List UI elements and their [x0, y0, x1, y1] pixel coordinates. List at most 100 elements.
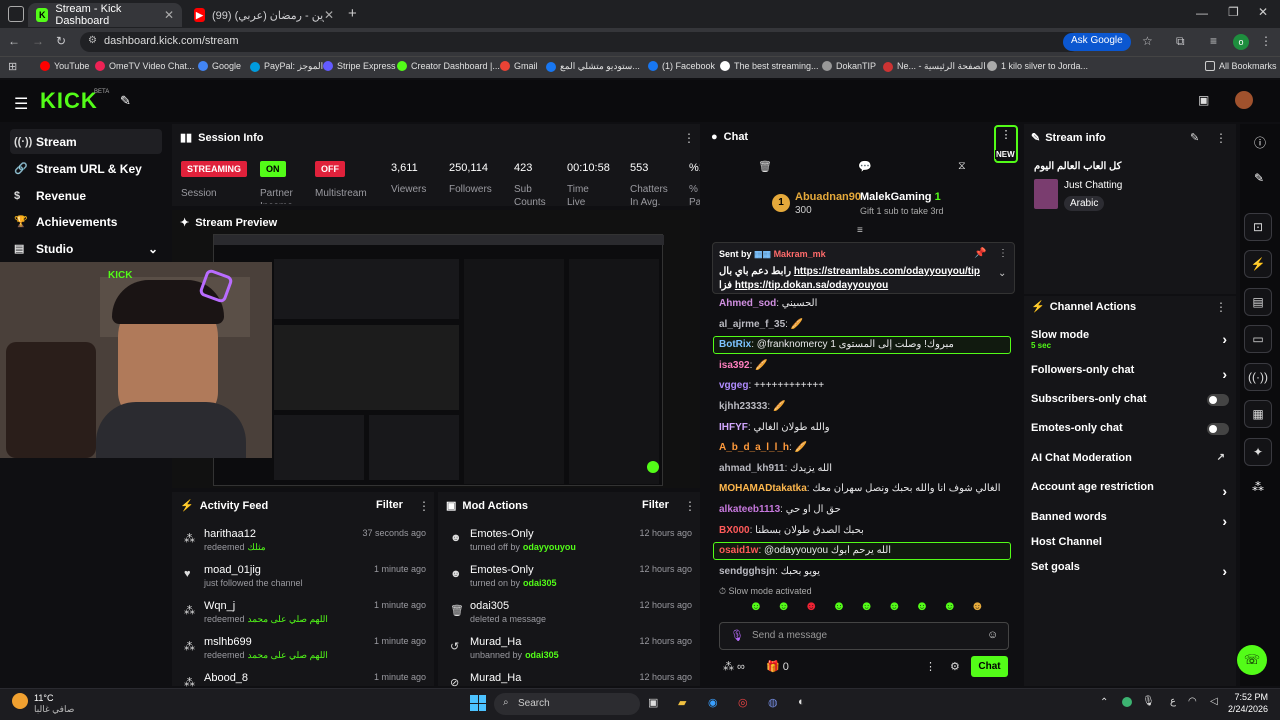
mod-action-item[interactable]: ☻ Emotes-Only turned on by odai305 12 hours … [450, 564, 700, 600]
bookmark-google[interactable]: Google [198, 61, 241, 71]
emote-bar[interactable]: ☻ ☻ ☻ ☻ ☻ ☻ ☻ ☻ ☻ [719, 598, 1009, 616]
ask-google-button[interactable]: Ask Google [1063, 33, 1131, 51]
channel-action-item[interactable]: Set goals › [1031, 561, 1229, 583]
stream-info-menu-icon[interactable]: ⋮ [1215, 131, 1227, 145]
task-view-icon[interactable]: ▣ [648, 696, 658, 709]
bookmark-streaming[interactable]: The best streaming... [720, 61, 819, 71]
user-avatar[interactable] [1235, 91, 1253, 109]
top-gifter-name[interactable]: Abuadnan90 [795, 191, 861, 203]
toggle-switch[interactable] [1207, 394, 1229, 406]
tray-chevron-icon[interactable]: ⌃ [1100, 697, 1108, 708]
forward-icon[interactable]: → [32, 34, 44, 48]
chat-message[interactable]: sendgghsjn: يويو بحبك [719, 566, 820, 577]
sidebar-item-stream-url[interactable]: 🔗 Stream URL & Key [10, 156, 162, 181]
chat-message[interactable]: MOHAMADtakatka: الغالي شوف انا والله بحب… [719, 483, 1001, 494]
pin-icon[interactable]: 📌 [974, 248, 986, 259]
chat-message[interactable]: BotRix: @franknomercy مبروك! وصلت إلى ال… [719, 339, 954, 350]
chat-username[interactable]: sendgghsjn [719, 566, 775, 577]
channel-action-item[interactable]: Slow mode 5 sec › [1031, 329, 1229, 351]
bookmark-studio[interactable]: ستوديو متشلي المع... [546, 61, 640, 72]
mod-action-item[interactable]: 🗑 odai305 deleted a message 12 hours ago [450, 600, 700, 636]
sidebar-item-revenue[interactable]: $ Revenue [10, 183, 162, 208]
edge-icon[interactable]: ◉ [708, 696, 718, 709]
pinned-link-1[interactable]: https://streamlabs.com/odayyouyou/tip [794, 266, 980, 277]
trash-icon[interactable]: 🗑 [758, 160, 772, 173]
pinned-link-2[interactable]: https://tip.dokan.sa/odayyouyou [735, 280, 888, 291]
chevron-down-icon[interactable]: ⌄ [998, 268, 1006, 279]
gift-icon[interactable]: 🎁 0 [766, 660, 789, 673]
pinned-menu-icon[interactable]: ⋮ [998, 248, 1008, 259]
chat-message[interactable]: osaid1w: @odayyouyou الله يرحم ابوك [719, 545, 891, 556]
activity-filter-button[interactable]: Filter [376, 499, 403, 511]
channel-action-item[interactable]: Account age restriction › [1031, 481, 1229, 503]
file-explorer-icon[interactable]: ▰ [678, 696, 686, 709]
activity-username[interactable]: Wqn_j [204, 600, 235, 612]
chat-message[interactable]: isa392: 🥖 [719, 360, 768, 371]
chat-message[interactable]: Ahmed_sod: الحسيني [719, 298, 817, 309]
all-bookmarks[interactable]: All Bookmarks [1205, 61, 1277, 71]
toggle-switch[interactable] [1207, 423, 1229, 435]
session-menu-icon[interactable]: ⋮ [683, 131, 695, 145]
star-icon[interactable]: ☆ [1142, 34, 1153, 48]
chat-username[interactable]: vggeg [719, 380, 748, 391]
maximize-icon[interactable]: ❐ [1228, 5, 1239, 19]
chat-message[interactable]: A_b_d_a_l_l_h: 🥖 [719, 442, 807, 453]
url-field[interactable]: dashboard.kick.com/stream [80, 32, 1080, 52]
sidebar-item-achievements[interactable]: 🏆 Achievements [10, 209, 162, 234]
channel-action-item[interactable]: Banned words › [1031, 511, 1229, 533]
close-window-icon[interactable]: ✕ [1258, 5, 1268, 19]
close-tab-icon[interactable]: ✕ [324, 8, 334, 22]
media-icon[interactable]: ≡ [1210, 34, 1217, 48]
bookmark-creator[interactable]: Creator Dashboard |... [397, 61, 500, 71]
activity-item[interactable]: ♥ moad_01jig just followed the channel 1 mi… [184, 564, 434, 600]
sidebar-item-studio[interactable]: ▤ Studio ⌄ [10, 236, 162, 261]
hourglass-icon[interactable]: ⧖ [958, 160, 966, 173]
menu-icon[interactable]: ☰ [14, 94, 28, 114]
bookmark-paypal[interactable]: PayPal: الموجز [250, 61, 323, 72]
gift-user[interactable]: MalekGaming 1 [860, 191, 941, 203]
chat-username[interactable]: IHFYF [719, 422, 748, 433]
tab-youtube[interactable]: ▶ (99) ماهر زين - رمضان (عربي) | ✕ [186, 3, 342, 27]
bookmark-home[interactable]: Ne... - الصفحة الرئيسية [883, 61, 986, 72]
support-button[interactable]: ☏ [1237, 645, 1267, 675]
mic-tray-icon[interactable]: 🎙 [1142, 696, 1155, 707]
channel-action-item[interactable]: Subscribers-only chat [1031, 393, 1229, 415]
bookmark-youtube[interactable]: YouTube [40, 61, 89, 71]
preview-video[interactable] [213, 234, 664, 486]
bookmark-gmail[interactable]: Gmail [500, 61, 538, 71]
extensions-icon[interactable]: ⧉ [1176, 34, 1185, 49]
new-tab-button[interactable]: + [348, 5, 357, 22]
tab-kick-dashboard[interactable]: K Stream - Kick Dashboard ✕ [28, 3, 182, 27]
activity-item[interactable]: ⁂ Wqn_j redeemed اللهم صلي على محمد 1 minute… [184, 600, 434, 636]
channel-action-item[interactable]: Host Channel [1031, 536, 1229, 558]
partner-on-badge[interactable]: ON [260, 161, 286, 177]
weather-temp[interactable]: 11°C [34, 693, 53, 703]
chat-more-icon[interactable]: ⋮ [925, 660, 936, 673]
channel-action-item[interactable]: Followers-only chat › [1031, 364, 1229, 386]
reload-icon[interactable]: ↻ [56, 34, 66, 48]
chat-send-button[interactable]: Chat [971, 656, 1008, 677]
mod-menu-icon[interactable]: ⋮ [684, 499, 696, 513]
rail-tool-button[interactable]: ✦ [1244, 438, 1272, 466]
rail-layout-button[interactable]: ▦ [1244, 400, 1272, 428]
points-icon[interactable]: ⁂ ∞ [723, 660, 745, 673]
bookmark-facebook[interactable]: (1) Facebook [648, 61, 715, 71]
collapse-icon[interactable]: ≡ [857, 225, 863, 236]
bookmark-stripe[interactable]: Stripe Express [323, 61, 396, 71]
channel-action-item[interactable]: Emotes-only chat [1031, 422, 1229, 444]
kick-logo[interactable]: KICK [40, 88, 98, 114]
emoji-icon[interactable]: ☺ [987, 629, 998, 641]
chat-username[interactable]: BotRix [719, 339, 751, 350]
windows-start-icon[interactable] [470, 695, 486, 711]
rail-chat-button[interactable]: ▭ [1244, 325, 1272, 353]
chat-username[interactable]: kjhh23333 [719, 401, 767, 412]
volume-icon[interactable]: ◁ [1210, 696, 1218, 707]
chat-username[interactable]: ahmad_kh911 [719, 463, 785, 474]
rail-broadcast-button[interactable]: ((·)) [1244, 363, 1272, 391]
channel-action-item[interactable]: AI Chat Moderation ↗ [1031, 452, 1229, 474]
rail-doc-button[interactable]: ▤ [1244, 288, 1272, 316]
chat-message[interactable]: kjhh23333: 🥖 [719, 401, 785, 412]
sidebar-item-stream[interactable]: ((·)) Stream [10, 129, 162, 154]
activity-username[interactable]: Abood_8 [204, 672, 248, 684]
mod-filter-button[interactable]: Filter [642, 499, 669, 511]
